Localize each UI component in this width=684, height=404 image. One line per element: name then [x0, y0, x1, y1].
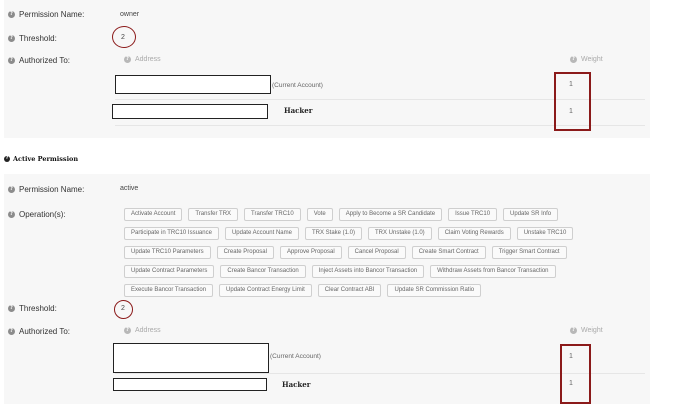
operation-tag[interactable]: Transfer TRX: [188, 208, 239, 221]
operations-row: Activate Account Transfer TRX Transfer T…: [124, 208, 644, 221]
owner-permission-panel: ? Permission Name: owner ? Threshold: 2 …: [4, 0, 650, 138]
operation-tag[interactable]: Transfer TRC10: [244, 208, 301, 221]
operation-tag[interactable]: Update Contract Parameters: [124, 265, 215, 278]
operation-tag[interactable]: Vote: [306, 208, 333, 221]
operation-tag[interactable]: Update Account Name: [224, 227, 299, 240]
owner-hacker-label: Hacker: [284, 106, 313, 115]
operations-row: Execute Bancor Transaction Update Contra…: [124, 284, 644, 297]
owner-current-account-label: (Current Account): [272, 82, 323, 89]
active-authorized-label: ? Authorized To:: [8, 327, 70, 336]
operation-tag[interactable]: Update TRC10 Parameters: [124, 246, 211, 259]
operation-tag[interactable]: Clear Contract ABI: [317, 284, 382, 297]
operation-tag[interactable]: Claim Voting Rewards: [437, 227, 511, 240]
operation-tag[interactable]: TRX Unstake (1.0): [368, 227, 432, 240]
owner-weight-header: ? Weight: [570, 56, 603, 63]
help-icon[interactable]: ?: [570, 327, 577, 334]
annotation-circle: [114, 300, 133, 319]
operations-row: Participate in TRC10 Issuance Update Acc…: [124, 227, 644, 240]
operation-tag[interactable]: Unstake TRC10: [516, 227, 574, 240]
help-icon[interactable]: ?: [570, 56, 577, 63]
active-permission-title: ? Active Permission: [4, 155, 79, 163]
owner-permission-name-label: ? Permission Name:: [8, 10, 84, 19]
operation-tag[interactable]: Approve Proposal: [279, 246, 342, 259]
annotation-rectangle: [560, 344, 591, 404]
help-icon[interactable]: ?: [8, 57, 15, 64]
owner-address-header: ? Address: [124, 56, 161, 63]
operation-tag[interactable]: Inject Assets into Bancor Transaction: [311, 265, 425, 278]
help-icon[interactable]: ?: [124, 56, 131, 63]
active-hacker-label: Hacker: [282, 380, 311, 389]
help-icon[interactable]: ?: [124, 327, 131, 334]
operations-row: Update TRC10 Parameters Create Proposal …: [124, 246, 644, 259]
operation-tag[interactable]: Cancel Proposal: [347, 246, 406, 259]
operation-tag[interactable]: TRX Stake (1.0): [304, 227, 362, 240]
help-icon[interactable]: ?: [8, 186, 15, 193]
help-icon[interactable]: ?: [8, 305, 15, 312]
operation-tag[interactable]: Create Bancor Transaction: [220, 265, 306, 278]
owner-address-input-1[interactable]: [115, 75, 271, 94]
operation-tag[interactable]: Update Contract Energy Limit: [219, 284, 312, 297]
operation-tag[interactable]: Create Proposal: [216, 246, 274, 259]
active-current-account-label: (Current Account): [270, 353, 321, 360]
owner-permission-name-value: owner: [120, 11, 140, 18]
owner-address-input-2[interactable]: [112, 104, 268, 119]
owner-threshold-label: ? Threshold:: [8, 34, 57, 43]
operations-row: Update Contract Parameters Create Bancor…: [124, 265, 644, 278]
owner-authorized-label: ? Authorized To:: [8, 56, 70, 65]
operation-tag[interactable]: Update SR Info: [503, 208, 559, 221]
annotation-rectangle: [554, 72, 591, 131]
operation-tag[interactable]: Create Smart Contract: [411, 246, 486, 259]
operation-tag[interactable]: Update SR Commission Ratio: [387, 284, 482, 297]
operation-tag[interactable]: Trigger Smart Contract: [491, 246, 567, 259]
help-icon[interactable]: ?: [8, 11, 15, 18]
operation-tag[interactable]: Withdraw Assets from Bancor Transaction: [430, 265, 556, 278]
operation-tag[interactable]: Participate in TRC10 Issuance: [124, 227, 219, 240]
active-address-header: ? Address: [124, 327, 161, 334]
operation-tag[interactable]: Issue TRC10: [448, 208, 498, 221]
active-operations-label: ? Operation(s):: [8, 210, 66, 219]
active-address-input-2[interactable]: [113, 378, 267, 391]
active-address-input-1[interactable]: [113, 343, 269, 373]
help-icon[interactable]: ?: [8, 328, 15, 335]
active-threshold-label: ? Threshold:: [8, 304, 57, 313]
help-icon[interactable]: ?: [8, 211, 15, 218]
annotation-circle: [112, 26, 136, 48]
active-weight-header: ? Weight: [570, 327, 603, 334]
help-icon[interactable]: ?: [8, 35, 15, 42]
help-icon[interactable]: ?: [4, 156, 10, 162]
operation-tag[interactable]: Execute Bancor Transaction: [124, 284, 214, 297]
active-permission-name-label: ? Permission Name:: [8, 185, 84, 194]
operation-tag[interactable]: Activate Account: [124, 208, 183, 221]
operations-list: Activate Account Transfer TRX Transfer T…: [124, 208, 644, 303]
active-permission-name-value: active: [120, 185, 139, 192]
active-permission-panel: ? Permission Name: active ? Operation(s)…: [4, 174, 650, 404]
operation-tag[interactable]: Apply to Become a SR Candidate: [338, 208, 443, 221]
